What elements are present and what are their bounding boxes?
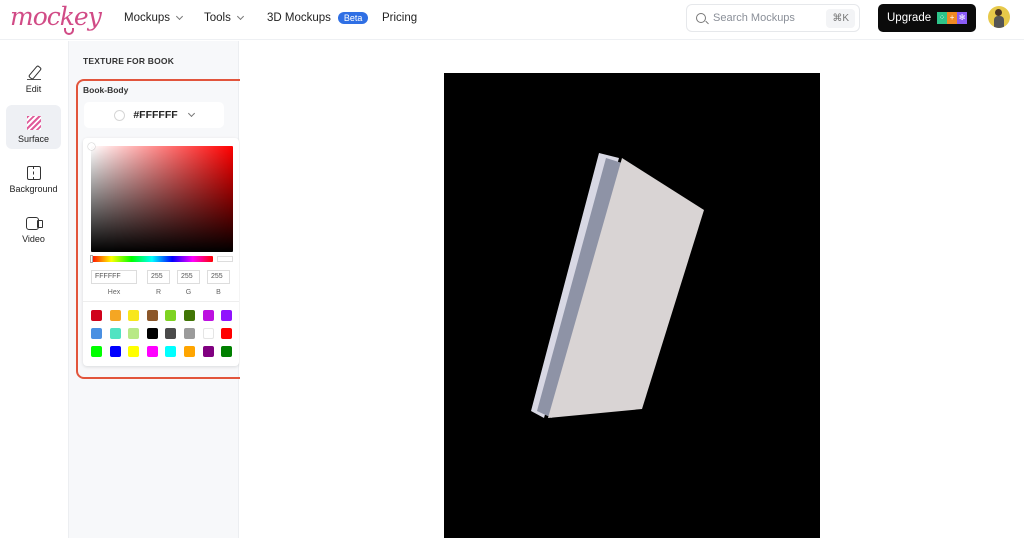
color-picker: FFFFFF 255 255 255 Hex R G B: [83, 138, 239, 366]
nav-tools-label: Tools: [204, 12, 231, 24]
hex-input[interactable]: FFFFFF: [91, 270, 137, 284]
upgrade-badges: ⁘ + ✻: [937, 12, 968, 24]
nav-3d-mockups-link[interactable]: 3D Mockups Beta: [267, 12, 369, 24]
background-icon: [26, 166, 41, 180]
color-swatch[interactable]: [202, 310, 214, 321]
beta-badge: Beta: [337, 12, 369, 24]
top-navigation-bar: mockey Mockups Tools 3D Mockups Beta Pri…: [0, 0, 1024, 40]
color-preview: [217, 256, 233, 262]
user-avatar[interactable]: [988, 6, 1010, 28]
chevron-down-icon: [175, 12, 184, 21]
color-swatch[interactable]: [221, 310, 233, 321]
plus-icon: +: [947, 12, 958, 24]
upgrade-label: Upgrade: [887, 12, 932, 24]
green-label: G: [185, 289, 192, 296]
nav-mockups-label: Mockups: [124, 12, 171, 24]
rail-item-surface[interactable]: Surface: [6, 105, 61, 149]
search-icon: [696, 13, 706, 23]
color-swatch[interactable]: [221, 328, 233, 339]
search-mockups-input[interactable]: Search Mockups ⌘K: [686, 4, 860, 32]
chevron-down-icon: [236, 12, 244, 21]
hue-slider[interactable]: [90, 255, 213, 263]
selected-color-value: #FFFFFF: [133, 109, 178, 121]
color-swatch[interactable]: [146, 346, 158, 357]
saturation-value-area[interactable]: [88, 143, 233, 252]
rail-item-video[interactable]: Video: [6, 205, 61, 249]
color-swatch[interactable]: [146, 328, 158, 339]
hex-label: Hex: [107, 289, 121, 296]
saturation-handle[interactable]: [88, 143, 95, 150]
blue-label: B: [216, 289, 221, 296]
color-swatch[interactable]: [165, 310, 177, 321]
mockey-logo[interactable]: mockey: [10, 2, 102, 31]
color-swatch[interactable]: [109, 310, 121, 321]
color-swatch[interactable]: [91, 310, 102, 321]
sparkle-icon: ⁘: [937, 12, 948, 24]
rail-item-background[interactable]: Background: [6, 155, 61, 199]
green-input[interactable]: 255: [177, 270, 200, 284]
color-swatch[interactable]: [109, 328, 121, 339]
texture-icon: [26, 116, 41, 130]
color-swatch[interactable]: [128, 328, 140, 339]
selected-color-swatch: [114, 109, 126, 121]
nav-pricing-label: Pricing: [382, 12, 418, 24]
3d-preview-canvas[interactable]: [444, 73, 820, 538]
pencil-icon: [26, 66, 41, 80]
nav-mockups-menu[interactable]: Mockups: [124, 12, 184, 24]
texture-panel: TEXTURE FOR BOOK Book-Body #FFFFFF FFFFF…: [68, 41, 248, 538]
color-swatch[interactable]: [202, 328, 214, 339]
search-placeholder: Search Mockups: [713, 12, 795, 24]
color-swatch[interactable]: [146, 310, 158, 321]
hue-handle[interactable]: [90, 255, 93, 263]
tool-rail: Edit Surface Background Video: [0, 41, 68, 538]
color-swatch[interactable]: [91, 346, 102, 357]
color-swatch[interactable]: [183, 346, 195, 357]
rail-item-edit[interactable]: Edit: [6, 55, 61, 99]
rail-item-label: Video: [22, 234, 45, 244]
color-swatch[interactable]: [183, 328, 195, 339]
color-swatch[interactable]: [202, 346, 214, 357]
nav-tools-menu[interactable]: Tools: [204, 12, 244, 24]
color-select-dropdown[interactable]: #FFFFFF: [84, 102, 224, 128]
book-3d-model[interactable]: [444, 73, 820, 538]
color-swatch[interactable]: [183, 310, 195, 321]
preset-swatches: [91, 310, 237, 357]
rail-item-label: Surface: [17, 134, 50, 144]
rail-item-label: Edit: [25, 84, 42, 94]
upgrade-button[interactable]: Upgrade ⁘ + ✻: [878, 4, 976, 32]
canvas-area: [240, 41, 1024, 538]
color-swatch[interactable]: [128, 310, 140, 321]
keyboard-shortcut-hint: ⌘K: [826, 9, 855, 28]
section-label: Book-Body: [83, 85, 129, 95]
star-icon: ✻: [957, 12, 968, 24]
logo-swirl-decoration: [64, 28, 74, 35]
red-input[interactable]: 255: [147, 270, 170, 284]
red-label: R: [155, 289, 162, 296]
color-swatch[interactable]: [221, 346, 233, 357]
rail-item-label: Background: [9, 184, 58, 194]
color-swatch[interactable]: [165, 328, 177, 339]
blue-input[interactable]: 255: [207, 270, 230, 284]
panel-title: TEXTURE FOR BOOK: [83, 56, 175, 66]
picker-divider: [83, 301, 239, 302]
nav-pricing-link[interactable]: Pricing: [382, 12, 417, 24]
chevron-down-icon: [187, 109, 195, 118]
color-swatch[interactable]: [128, 346, 140, 357]
nav-3d-mockups-label: 3D Mockups: [267, 12, 331, 24]
color-swatch[interactable]: [91, 328, 102, 339]
color-swatch[interactable]: [109, 346, 121, 357]
video-icon: [25, 216, 43, 230]
color-swatch[interactable]: [165, 346, 177, 357]
